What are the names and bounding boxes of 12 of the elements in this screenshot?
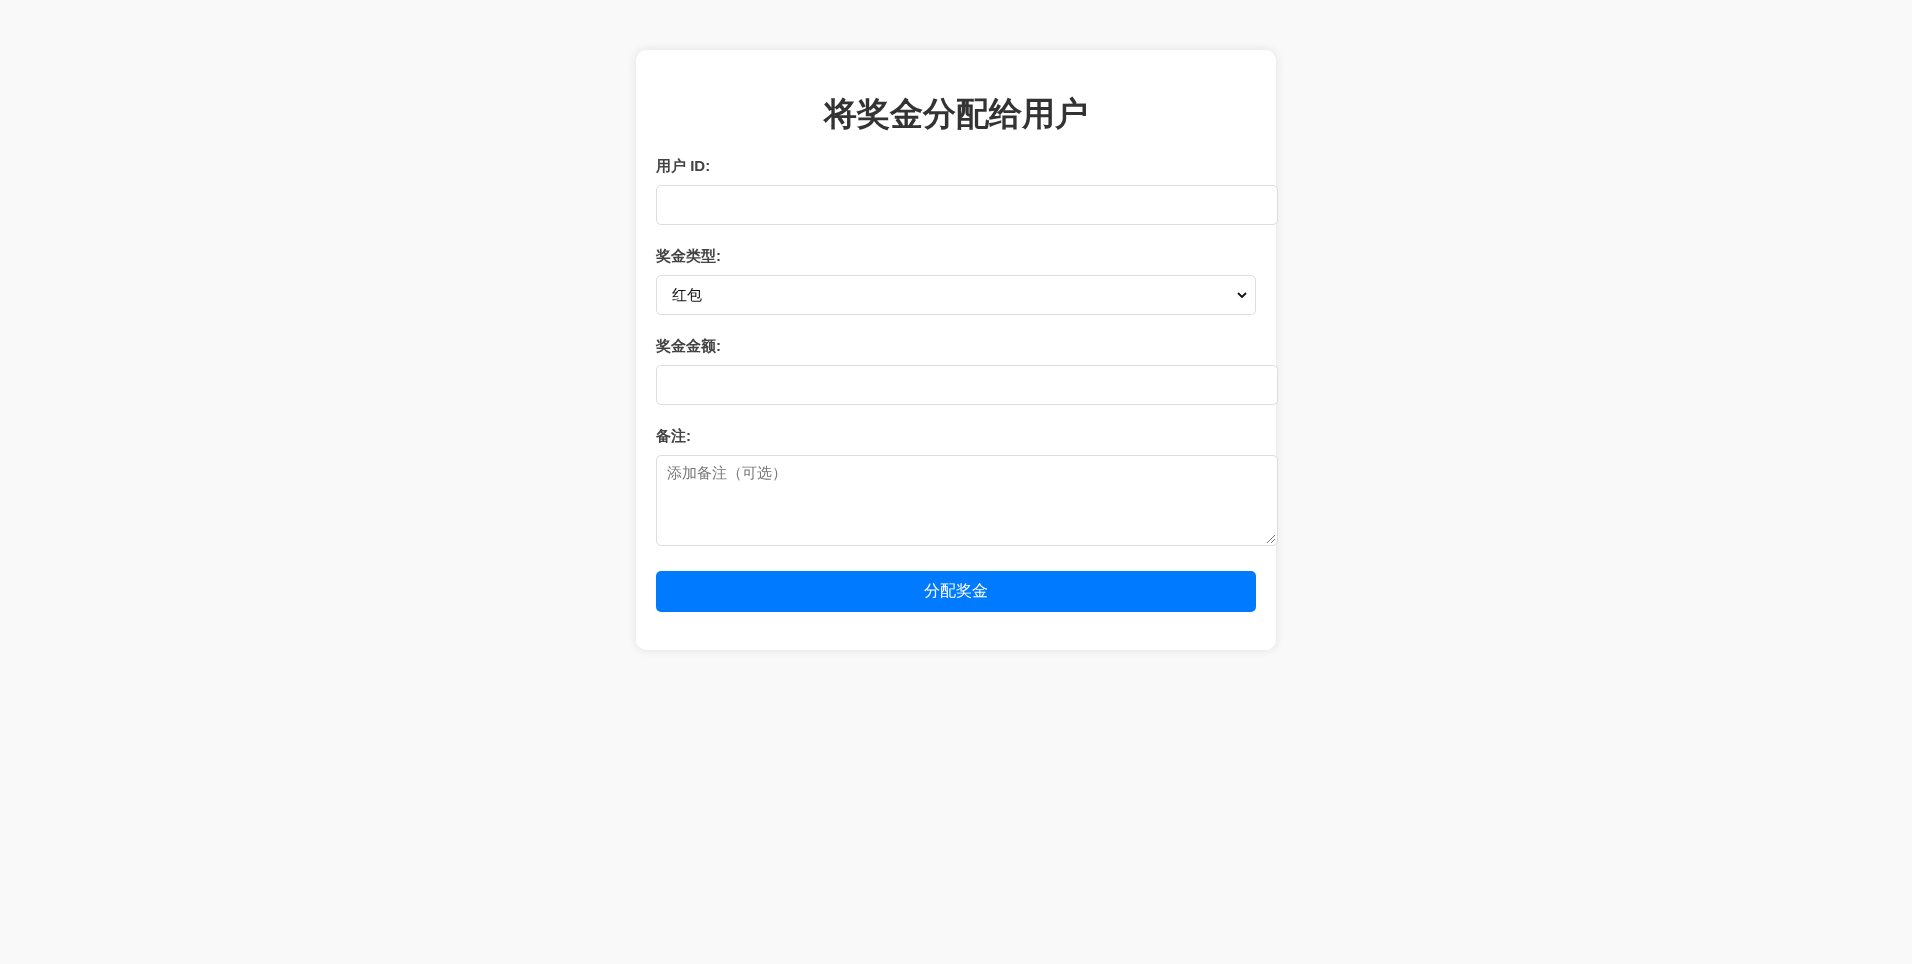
resize-grip-icon[interactable]	[1267, 535, 1275, 543]
chevron-down-icon	[1237, 292, 1247, 298]
field-label: 用户 ID:	[656, 157, 711, 175]
text-input-field[interactable]	[656, 185, 1278, 225]
textarea-field[interactable]: 添加备注（可选）	[656, 455, 1278, 546]
form-title: 将奖金分配给用户	[822, 94, 1089, 134]
submit-button[interactable]: 分配奖金	[656, 571, 1256, 612]
field-label: 奖金金额:	[656, 337, 721, 355]
dropdown-field[interactable]: 红包	[656, 275, 1256, 315]
field-label: 备注:	[656, 427, 691, 445]
text-input-field[interactable]	[656, 365, 1278, 405]
field-label: 奖金类型:	[656, 247, 721, 265]
